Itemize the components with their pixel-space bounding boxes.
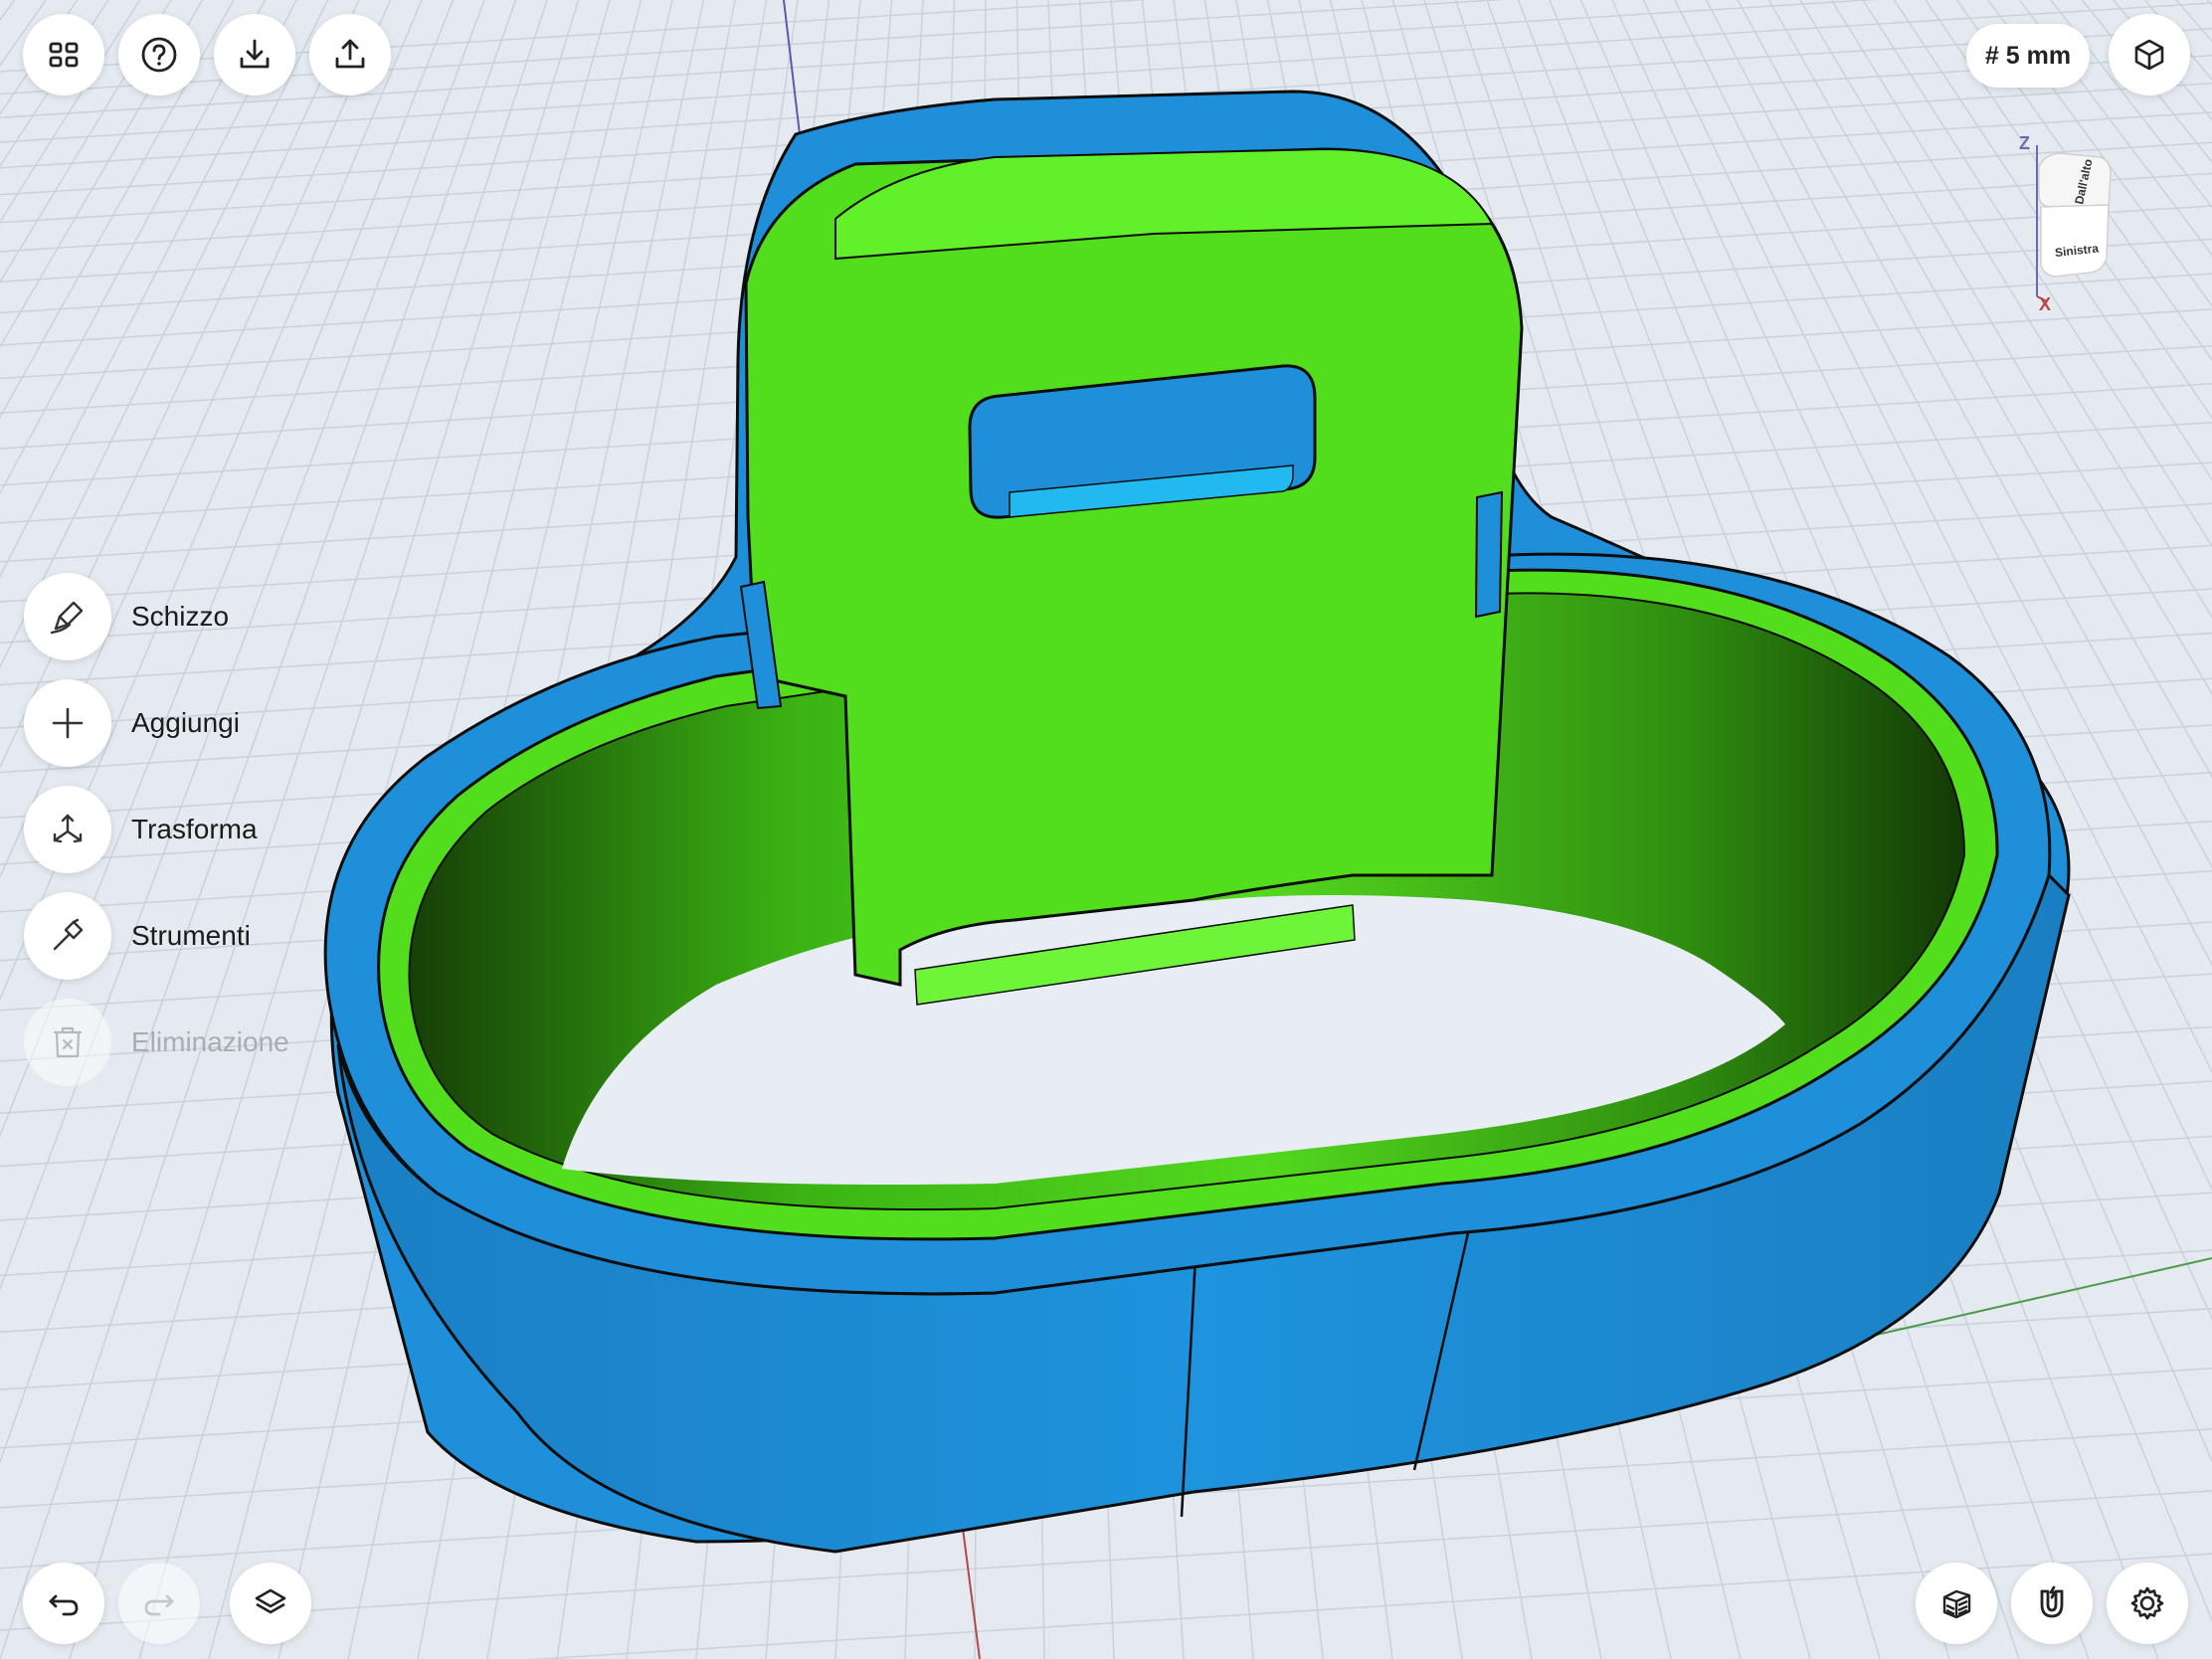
- redo-button[interactable]: [118, 1563, 200, 1644]
- view-mode-button[interactable]: [2109, 14, 2190, 95]
- tool-delete[interactable]: Eliminazione: [24, 999, 289, 1086]
- viewcube-front-face[interactable]: [2040, 204, 2110, 277]
- redo-icon: [144, 1594, 174, 1616]
- grid-line: [2143, 0, 2212, 81]
- viewcube[interactable]: Z X Dall'alto Sinistra: [1999, 127, 2148, 326]
- hatched-cube-icon: [1942, 1589, 1971, 1619]
- grid-line: [0, 0, 16, 22]
- tool-transform-circle[interactable]: [24, 786, 111, 873]
- grid-line: [0, 1490, 2212, 1631]
- viewcube-axis-x: X: [2039, 294, 2051, 314]
- plus-icon: [52, 707, 84, 739]
- 3d-viewport[interactable]: [0, 0, 2212, 1659]
- pencil-icon: [50, 601, 84, 635]
- right-clip: [1474, 490, 1504, 619]
- grid-size-button[interactable]: # 5 mm: [1966, 24, 2090, 88]
- help-button[interactable]: [118, 14, 200, 95]
- tool-add-label: Aggiungi: [131, 707, 240, 738]
- undo-icon: [49, 1594, 79, 1616]
- tool-delete-circle[interactable]: [24, 999, 111, 1086]
- grid-icon: [49, 42, 79, 68]
- tool-add[interactable]: Aggiungi: [24, 679, 240, 767]
- trash-icon: [53, 1026, 83, 1058]
- question-icon: [141, 37, 177, 73]
- tool-sketch-circle[interactable]: [24, 573, 111, 660]
- tool-tools-circle[interactable]: [24, 892, 111, 980]
- tool-transform[interactable]: Trasforma: [24, 786, 258, 873]
- download-icon: [240, 39, 270, 69]
- share-icon: [335, 39, 365, 69]
- material-button[interactable]: [1916, 1563, 1997, 1644]
- layers-icon: [255, 1588, 286, 1614]
- snap-button[interactable]: [2011, 1563, 2093, 1644]
- settings-button[interactable]: [2107, 1563, 2188, 1644]
- import-button[interactable]: [214, 14, 295, 95]
- tool-tools-label: Strumenti: [131, 920, 251, 951]
- viewcube-axis-z: Z: [2019, 133, 2030, 153]
- tool-transform-label: Trasforma: [131, 814, 258, 844]
- layers-button[interactable]: [230, 1563, 311, 1644]
- transform-arrows-icon: [53, 814, 83, 843]
- tool-delete-label: Eliminazione: [131, 1026, 289, 1057]
- cube-outline-icon: [2134, 39, 2164, 71]
- tool-tools[interactable]: Strumenti: [24, 892, 251, 980]
- undo-button[interactable]: [23, 1563, 104, 1644]
- tool-sketch[interactable]: Schizzo: [24, 573, 229, 660]
- green-tab-panel: [744, 147, 1524, 987]
- grid-view-button[interactable]: [23, 14, 104, 95]
- gear-icon: [2130, 1586, 2164, 1620]
- hammer-icon: [53, 918, 84, 951]
- magnet-icon: [2040, 1585, 2064, 1618]
- tool-sketch-label: Schizzo: [131, 601, 230, 632]
- export-button[interactable]: [309, 14, 391, 95]
- grid-size-label: # 5 mm: [1984, 41, 2072, 70]
- grid-line: [528, 1553, 2212, 1659]
- tool-add-circle[interactable]: [24, 679, 111, 767]
